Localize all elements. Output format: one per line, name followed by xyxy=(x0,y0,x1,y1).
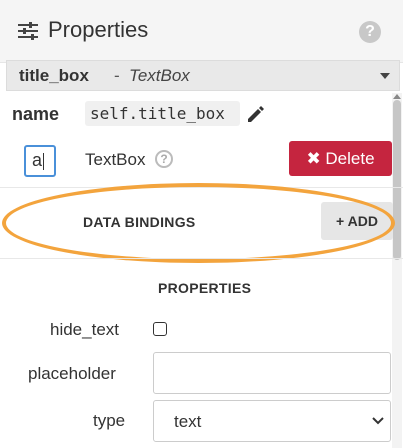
textbox-component-icon: a xyxy=(24,145,56,177)
divider xyxy=(0,258,403,259)
text-cursor xyxy=(43,152,45,170)
name-label: name xyxy=(12,104,60,124)
placeholder-input[interactable] xyxy=(153,352,391,394)
dropdown-caret-icon xyxy=(380,73,390,79)
hide-text-label: hide_text xyxy=(50,320,119,339)
highlight-ellipse xyxy=(2,183,395,263)
help-icon[interactable]: ? xyxy=(359,21,381,43)
properties-header: Properties ? xyxy=(0,0,403,63)
placeholder-label: placeholder xyxy=(28,364,116,383)
scroll-up-arrow-icon[interactable] xyxy=(393,94,401,99)
component-type-label: TextBox xyxy=(85,150,146,169)
component-type: TextBox xyxy=(129,66,190,85)
sliders-icon xyxy=(18,22,38,40)
type-select[interactable]: text xyxy=(153,400,391,442)
type-label: type xyxy=(93,411,126,430)
chevron-down-icon xyxy=(372,417,384,425)
pencil-icon[interactable] xyxy=(246,104,266,124)
component-separator: - xyxy=(114,66,120,85)
scrollbar-thumb[interactable] xyxy=(393,100,401,260)
textbox-icon-letter: a xyxy=(32,150,43,170)
type-select-value: text xyxy=(174,412,202,431)
name-value[interactable]: self.title_box xyxy=(85,101,240,126)
delete-button[interactable]: ✖ Delete xyxy=(289,141,392,176)
properties-heading: PROPERTIES xyxy=(158,280,252,296)
component-help-icon[interactable]: ? xyxy=(155,150,173,168)
component-name: title_box xyxy=(19,66,89,85)
panel-title: Properties xyxy=(48,17,149,42)
component-selector[interactable]: title_box - TextBox xyxy=(6,60,400,91)
hide-text-checkbox[interactable] xyxy=(153,322,167,336)
